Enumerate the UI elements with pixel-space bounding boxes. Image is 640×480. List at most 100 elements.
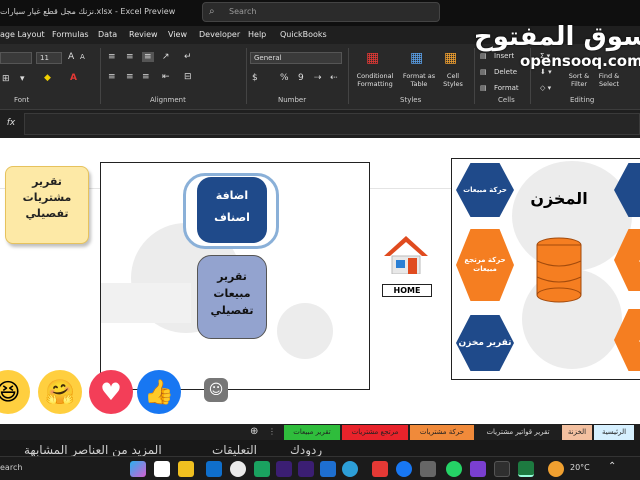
whatsapp-icon[interactable] [446,461,462,477]
after-effects-icon[interactable] [276,461,292,477]
telegram-icon[interactable] [342,461,358,477]
like-reaction-icon[interactable]: 👍 [137,370,181,414]
care-reaction-icon[interactable]: 🤗 [38,370,82,414]
currency-icon[interactable]: $ [252,73,258,83]
haha-reaction-icon[interactable]: 😆 [0,370,30,414]
separator [246,48,247,104]
grow-font-icon[interactable]: A [68,52,74,62]
file-explorer-icon[interactable] [178,461,194,477]
chrome-icon[interactable] [230,461,246,477]
format-as-table-button[interactable]: Format as Table [400,72,438,88]
menu-help[interactable]: Help [248,30,266,39]
cell-styles-button[interactable]: Cell Styles [440,72,466,88]
tab-treasury[interactable]: الخزنة [562,425,592,440]
find-select-button[interactable]: Find & Select [594,72,624,88]
sales-movement-button[interactable]: حركة مبيعات [456,163,514,217]
search-placeholder: Search [229,7,257,16]
font-color-icon[interactable]: A [70,73,77,83]
tab-purchase-returns[interactable]: مرتجع مشتريات [342,425,408,440]
more-similar-label[interactable]: المزيد من العناصر المشابهة [24,443,162,457]
align-center-icon[interactable]: ≡ [126,72,134,82]
watermark-latin: opensooq.com [520,52,640,70]
facebook-icon[interactable] [396,461,412,477]
menu-view[interactable]: View [168,30,187,39]
taskbar-search[interactable]: earch [0,463,22,472]
purchases-report-button[interactable]: تقرير مشتريات تفصيلي [5,166,89,244]
home-button[interactable] [382,234,430,275]
love-reaction-icon[interactable]: ♥ [89,370,133,414]
comments-label[interactable]: التعليقات [212,443,257,457]
tab-main[interactable]: الرئيسية [594,425,634,440]
tab-purchase-invoices-report[interactable]: تقرير قواتير مشتريات [476,425,560,440]
menu-review[interactable]: Review [129,30,158,39]
app-icon-2[interactable] [470,461,486,477]
formula-input[interactable] [24,113,640,135]
recorder-icon[interactable] [372,461,388,477]
tab-sales-report[interactable]: تقرير مبيعات [284,425,340,440]
calculator-icon[interactable] [420,461,436,477]
wrap-text-icon[interactable]: ↵ [184,52,192,62]
align-bottom-icon[interactable]: ≡ [142,52,154,62]
shrink-font-icon[interactable]: A [80,53,85,61]
decrease-decimal-icon[interactable]: ⇠ [330,73,338,83]
format-as-table-icon[interactable]: ▦ [410,50,423,66]
premiere-icon[interactable] [298,461,314,477]
orientation-icon[interactable]: ↗ [162,52,170,62]
edge-icon[interactable] [206,461,222,477]
sticker-icon[interactable]: ☺ [204,378,228,402]
menu-formulas[interactable]: Formulas [52,30,89,39]
align-right-icon[interactable]: ≡ [142,72,150,82]
styles-group-label: Styles [400,96,422,104]
delete-button[interactable]: Delete [494,68,517,76]
menu-data[interactable]: Data [98,30,117,39]
clear-icon[interactable]: ◇ ▾ [540,84,551,92]
cell-styles-icon[interactable]: ▦ [444,50,457,66]
fill-color-icon[interactable]: ◆ [44,73,51,83]
font-name-select[interactable] [0,52,32,64]
add-items-button[interactable]: اضافة اصناف [197,177,267,243]
terminal-icon[interactable] [494,461,510,477]
app-icon[interactable] [254,461,270,477]
percent-icon[interactable]: % [280,73,289,83]
menu-quickbooks[interactable]: QuickBooks [280,30,327,39]
store-icon[interactable] [154,461,170,477]
align-top-icon[interactable]: ≡ [108,52,116,62]
dropdown-icon[interactable]: ▾ [20,74,25,84]
stock-report-button[interactable]: تقرير مخزن [456,315,514,371]
home-label[interactable]: HOME [382,284,432,297]
excel-icon[interactable] [518,461,534,477]
borders-icon[interactable]: ⊞ [2,74,10,84]
indent-decrease-icon[interactable]: ⇤ [162,72,170,82]
copilot-icon[interactable] [130,461,146,477]
format-icon: ▤ [480,84,487,92]
increase-decimal-icon[interactable]: ⇢ [314,73,322,83]
merge-center-icon[interactable]: ⊟ [184,72,192,82]
conditional-formatting-button[interactable]: Conditional Formatting [352,72,398,88]
tab-purchases-movement[interactable]: حركة مشتريات [410,425,474,440]
show-hidden-icon[interactable]: ⌃ [608,461,616,472]
replies-label[interactable]: ردودك [290,443,322,457]
more-tabs-icon[interactable]: ⋮ [268,427,276,436]
align-left-icon[interactable]: ≡ [108,72,116,82]
sales-returns-button[interactable]: حركة مرتجع مبيعات [456,229,514,301]
menu-developer[interactable]: Developer [199,30,240,39]
database-icon[interactable] [534,237,584,305]
font-size-select[interactable]: 11 [36,52,62,64]
search-input[interactable]: ⌕ Search [202,2,440,22]
fx-icon[interactable]: fx [2,114,20,132]
add-sheet-icon[interactable]: ⊕ [250,426,258,437]
comma-style-icon[interactable]: 9 [298,73,304,83]
worksheet[interactable]: تقرير مشتريات تفصيلي اضافة اصناف تقرير م… [0,138,640,424]
left-panel: اضافة اصناف تقرير مبيعات تفصيلي [100,162,370,390]
separator [348,48,349,104]
format-button[interactable]: Format [494,84,519,92]
photoshop-icon[interactable] [320,461,336,477]
insert-button[interactable]: Insert [494,52,514,60]
menu-page-layout[interactable]: age Layout [0,30,45,39]
number-format-select[interactable]: General [250,52,342,64]
cells-group-label: Cells [498,96,515,104]
conditional-formatting-icon[interactable]: ▦ [366,50,379,66]
sort-filter-button[interactable]: Sort & Filter [564,72,594,88]
sales-report-button[interactable]: تقرير مبيعات تفصيلي [197,255,267,339]
align-middle-icon[interactable]: ≡ [126,52,134,62]
